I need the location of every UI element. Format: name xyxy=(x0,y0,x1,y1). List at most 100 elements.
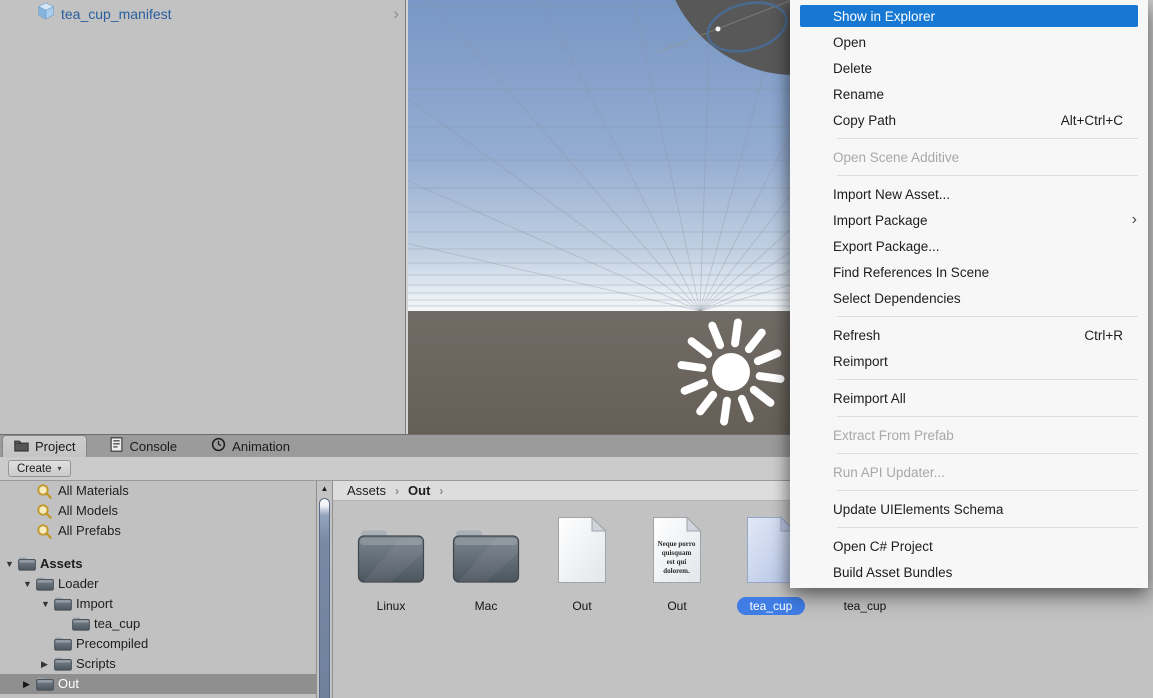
menu-separator xyxy=(837,175,1138,176)
tab-animation[interactable]: Animation xyxy=(200,435,301,457)
selected-asset-row[interactable]: tea_cup_manifest › xyxy=(0,1,405,26)
menu-item-open-c-project[interactable]: Open C# Project xyxy=(790,533,1148,559)
scrollbar-up-button[interactable]: ▲ xyxy=(317,481,332,497)
tab-console[interactable]: Console xyxy=(99,435,188,457)
expand-arrow-icon[interactable]: ▶ xyxy=(41,659,48,670)
tree-item-loader[interactable]: ▼ Loader xyxy=(0,574,316,594)
file-icon xyxy=(557,516,607,589)
menu-item-select-dependencies[interactable]: Select Dependencies xyxy=(790,285,1148,311)
menu-item-import-package[interactable]: Import Package › xyxy=(790,207,1148,233)
menu-item-open-scene-additive[interactable]: Open Scene Additive xyxy=(790,144,1148,170)
tree-item-label: Assets xyxy=(40,556,83,571)
menu-separator xyxy=(837,527,1138,528)
asset-label: tea_cup xyxy=(843,598,887,613)
tree-item-label: All Materials xyxy=(58,483,129,498)
menu-item-export-package[interactable]: Export Package... xyxy=(790,233,1148,259)
collapse-arrow-icon[interactable]: ▼ xyxy=(5,559,14,569)
menu-shortcut: Alt+Ctrl+C xyxy=(1060,112,1123,128)
menu-item-label: Copy Path xyxy=(833,112,897,128)
tree-item-label: Scripts xyxy=(76,656,116,671)
folder-icon xyxy=(18,557,36,574)
menu-item-copy-path[interactable]: Copy Path Alt+Ctrl+C xyxy=(790,107,1148,133)
menu-item-label: Export Package... xyxy=(833,238,940,254)
menu-separator xyxy=(837,379,1138,380)
menu-item-update-uielements-schema[interactable]: Update UIElements Schema xyxy=(790,496,1148,522)
file-icon xyxy=(746,516,796,589)
folder-icon xyxy=(452,529,520,589)
search-icon xyxy=(36,523,53,543)
tree-item-assets[interactable]: ▼ Assets xyxy=(0,554,316,574)
expand-arrow-icon[interactable]: ▶ xyxy=(23,679,30,690)
tree-item-label: tea_cup xyxy=(94,616,141,631)
menu-item-show-in-explorer[interactable]: Show in Explorer xyxy=(790,3,1148,29)
folder-icon xyxy=(36,577,54,594)
folder-icon xyxy=(36,677,54,694)
window-edge-strip xyxy=(1148,0,1153,588)
tab-label: Animation xyxy=(232,438,290,454)
menu-separator xyxy=(837,316,1138,317)
collapse-arrow-icon[interactable]: ▼ xyxy=(41,599,50,609)
asset-linux[interactable]: Linux xyxy=(346,517,436,615)
breadcrumb-segment-assets[interactable]: Assets xyxy=(347,483,386,498)
dropdown-arrow-icon: ▾ xyxy=(57,464,62,473)
asset-label: Linux xyxy=(376,598,406,613)
menu-item-label: Open C# Project xyxy=(833,538,933,554)
tab-label: Project xyxy=(35,439,76,454)
tab-project[interactable]: Project xyxy=(2,435,88,457)
menu-item-import-new-asset[interactable]: Import New Asset... xyxy=(790,181,1148,207)
menu-item-label: Delete xyxy=(833,60,873,76)
file-icon: Neque porro quisquam est qui dolorem. xyxy=(652,516,702,589)
tree-item-label: All Prefabs xyxy=(58,523,121,538)
submenu-arrow-icon: › xyxy=(1131,211,1137,228)
project-folder-tree: All Materials All Models All Prefabs ▼ Asset… xyxy=(0,481,316,698)
tree-item-out[interactable]: ▶ Out xyxy=(0,674,316,694)
folder-icon xyxy=(54,657,72,674)
tree-item-import[interactable]: ▼ Import xyxy=(0,594,316,614)
breadcrumb-segment-out[interactable]: Out xyxy=(408,483,430,498)
menu-item-label: Import New Asset... xyxy=(833,186,951,202)
menu-item-label: Show in Explorer xyxy=(833,8,936,24)
menu-separator xyxy=(837,490,1138,491)
file-preview-text: Neque porro quisquam est qui dolorem. xyxy=(657,540,696,575)
gizmo-handle-dot[interactable] xyxy=(715,26,721,32)
clock-icon xyxy=(211,437,226,455)
collapse-arrow-icon[interactable]: ▼ xyxy=(23,579,32,589)
tree-filter-all-materials[interactable]: All Materials xyxy=(0,481,316,501)
create-button-label: Create xyxy=(17,462,52,475)
menu-item-label: Open xyxy=(833,34,867,50)
menu-item-delete[interactable]: Delete xyxy=(790,55,1148,81)
asset-label: Mac xyxy=(474,598,498,613)
menu-item-label: Extract From Prefab xyxy=(833,427,954,443)
asset-out[interactable]: Neque porro quisquam est qui dolorem. Out xyxy=(632,516,722,615)
menu-item-label: Run API Updater... xyxy=(833,464,945,480)
create-button[interactable]: Create ▾ xyxy=(8,460,71,477)
menu-item-open[interactable]: Open xyxy=(790,29,1148,55)
menu-item-extract-from-prefab[interactable]: Extract From Prefab xyxy=(790,422,1148,448)
chevron-right-icon[interactable]: › xyxy=(393,2,399,25)
menu-separator xyxy=(837,453,1138,454)
menu-item-find-references-in-scene[interactable]: Find References In Scene xyxy=(790,259,1148,285)
menu-item-build-asset-bundles[interactable]: Build Asset Bundles xyxy=(790,559,1148,585)
asset-out[interactable]: Out xyxy=(537,516,627,615)
menu-item-rename[interactable]: Rename xyxy=(790,81,1148,107)
cube-icon xyxy=(37,2,55,25)
asset-mac[interactable]: Mac xyxy=(441,517,531,615)
tree-item-precompiled[interactable]: Precompiled xyxy=(0,634,316,654)
tree-filter-all-prefabs[interactable]: All Prefabs xyxy=(0,521,316,541)
tree-scrollbar[interactable]: ▲ xyxy=(316,481,332,698)
menu-item-reimport-all[interactable]: Reimport All xyxy=(790,385,1148,411)
tree-item-tea-cup[interactable]: tea_cup xyxy=(0,614,316,634)
menu-item-label: Build Asset Bundles xyxy=(833,564,953,580)
menu-item-label: Rename xyxy=(833,86,885,102)
asset-label: Out xyxy=(572,598,592,613)
menu-item-refresh[interactable]: Refresh Ctrl+R xyxy=(790,322,1148,348)
menu-item-label: Reimport All xyxy=(833,390,906,406)
breadcrumb-separator-icon: › xyxy=(395,483,400,498)
tree-filter-all-models[interactable]: All Models xyxy=(0,501,316,521)
scrollbar-thumb[interactable] xyxy=(319,498,330,698)
tree-item-scripts[interactable]: ▶ Scripts xyxy=(0,654,316,674)
menu-item-label: Select Dependencies xyxy=(833,290,961,306)
menu-item-run-api-updater[interactable]: Run API Updater... xyxy=(790,459,1148,485)
menu-item-reimport[interactable]: Reimport xyxy=(790,348,1148,374)
breadcrumb-separator-icon: › xyxy=(439,483,444,498)
